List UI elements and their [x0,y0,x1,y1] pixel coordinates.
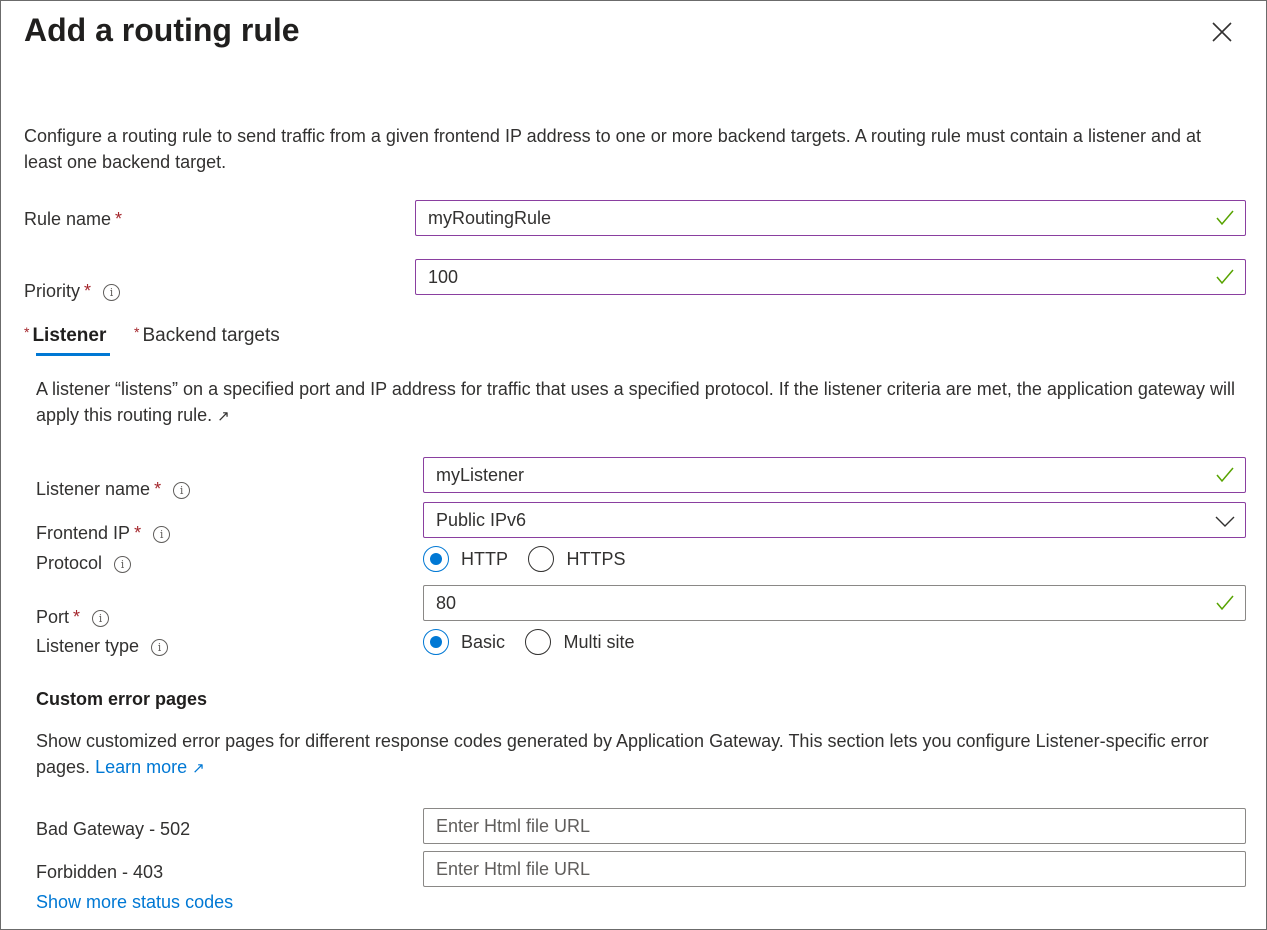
chevron-down-icon [1215,511,1235,531]
description: Configure a routing rule to send traffic… [24,123,1224,175]
radio-basic[interactable] [423,629,449,655]
label-text: Priority [24,281,80,301]
listener-description: A listener “listens” on a specified port… [36,376,1236,430]
description-text: A listener “listens” on a specified port… [36,379,1235,425]
port-label: Port*i [36,604,109,630]
custom-error-heading: Custom error pages [36,686,207,712]
radio-http[interactable] [423,546,449,572]
selected-value: Public IPv6 [436,510,526,530]
input-value: myListener [436,465,524,485]
info-icon[interactable]: i [151,639,168,656]
listener-name-input[interactable]: myListener [423,457,1246,493]
check-icon [1215,267,1235,287]
check-icon [1215,465,1235,485]
tab-listener[interactable]: *Listener [24,319,106,349]
radio-label: Multi site [563,632,634,652]
protocol-label: Protocol i [36,550,131,576]
forbidden-label: Forbidden - 403 [36,859,163,885]
protocol-radio-group: HTTP HTTPS [423,546,641,572]
radio-https[interactable] [528,546,554,572]
radio-multi-site[interactable] [525,629,551,655]
radio-label: HTTP [461,549,508,569]
label-text: Protocol [36,553,102,573]
label-text: Rule name [24,209,111,229]
page-title: Add a routing rule [24,12,300,49]
active-tab-indicator [36,353,110,356]
listener-name-label: Listener name*i [36,476,190,502]
rule-name-label: Rule name* [24,206,122,232]
label-text: Port [36,607,69,627]
label-text: Frontend IP [36,523,130,543]
priority-label: Priority*i [24,278,120,304]
input-value: 80 [436,593,456,613]
radio-label: HTTPS [566,549,625,569]
info-icon[interactable]: i [173,482,190,499]
info-icon[interactable]: i [103,284,120,301]
info-icon[interactable]: i [92,610,109,627]
forbidden-url-input[interactable]: Enter Html file URL [423,851,1246,887]
description-text: Show customized error pages for differen… [36,731,1209,777]
info-icon[interactable]: i [153,526,170,543]
bad-gateway-url-input[interactable]: Enter Html file URL [423,808,1246,844]
port-input[interactable]: 80 [423,585,1246,621]
info-icon[interactable]: i [114,556,131,573]
rule-name-input[interactable]: myRoutingRule [415,200,1246,236]
frontend-ip-dropdown[interactable]: Public IPv6 [423,502,1246,538]
label-text: Listener type [36,636,139,656]
radio-label: Basic [461,632,505,652]
tab-backend-targets[interactable]: *Backend targets [134,319,280,349]
custom-error-description: Show customized error pages for differen… [36,728,1216,782]
listener-type-label: Listener type i [36,633,168,659]
placeholder-text: Enter Html file URL [436,816,590,836]
check-icon [1215,208,1235,228]
close-icon[interactable] [1210,20,1234,44]
tab-label: Backend targets [142,325,279,346]
input-value: 100 [428,267,458,287]
bad-gateway-label: Bad Gateway - 502 [36,816,190,842]
input-value: myRoutingRule [428,208,551,228]
learn-more-link[interactable]: Learn more ↗︎ [95,757,205,777]
listener-type-radio-group: Basic Multi site [423,629,650,655]
link-text: Learn more [95,757,187,777]
frontend-ip-label: Frontend IP*i [36,520,170,546]
placeholder-text: Enter Html file URL [436,859,590,879]
check-icon [1215,593,1235,613]
external-link-icon[interactable]: ↗︎ [217,408,230,425]
tab-label: Listener [32,325,106,346]
show-more-status-codes-link[interactable]: Show more status codes [36,889,233,915]
external-link-icon: ↗︎ [192,760,205,777]
priority-input[interactable]: 100 [415,259,1246,295]
label-text: Listener name [36,479,150,499]
